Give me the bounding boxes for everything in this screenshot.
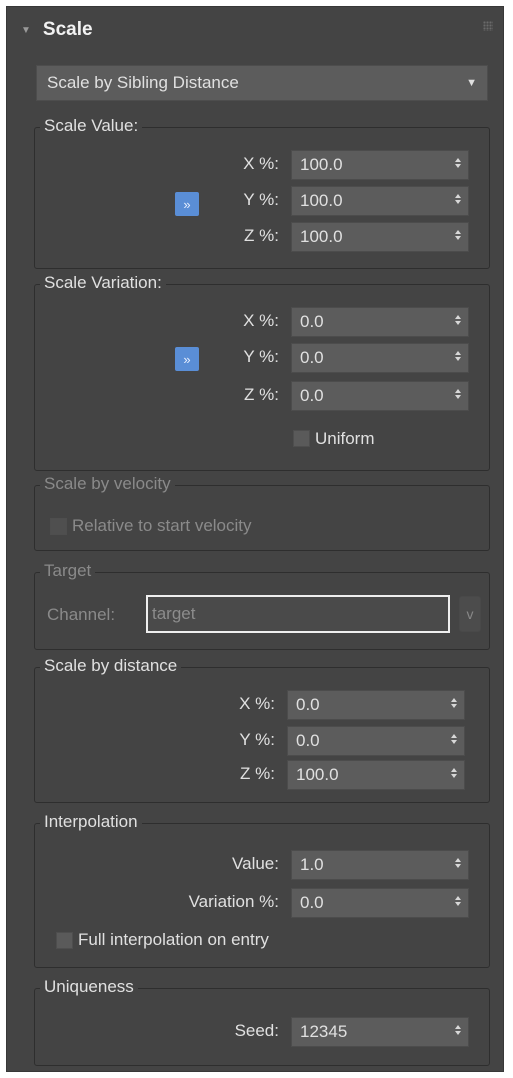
channel-label: Channel: <box>47 605 116 624</box>
uniqueness-group: Uniqueness Seed: 12345 <box>34 977 490 1066</box>
spinner-arrows-icon[interactable] <box>455 315 461 325</box>
scale-variation-x-label: X %: <box>243 311 279 330</box>
scale-variation-group: Scale Variation: X %: 0.0 » Y %: 0.0 Z %… <box>34 273 490 471</box>
scale-variation-x-spinner[interactable]: 0.0 <box>291 307 469 337</box>
scale-by-distance-x-label: X %: <box>239 694 275 713</box>
spinner-arrows-icon[interactable] <box>455 230 461 240</box>
relative-velocity-checkbox[interactable] <box>50 518 67 535</box>
scale-variation-z-label: Z %: <box>244 385 279 404</box>
seed-value: 12345 <box>300 1022 348 1041</box>
scale-by-distance-z-label: Z %: <box>240 764 275 783</box>
interpolation-variation-label: Variation %: <box>188 892 279 911</box>
spinner-arrows-icon[interactable] <box>455 351 461 361</box>
scale-rollout-panel: ▼ Scale Scale by Sibling Distance ▼ Scal… <box>6 6 504 1072</box>
interpolation-group: Interpolation Value: 1.0 Variation %: 0.… <box>34 812 490 968</box>
rollout-header[interactable]: ▼ Scale <box>21 19 93 41</box>
scale-value-y-label: Y %: <box>243 190 279 209</box>
interpolation-variation-spinner[interactable]: 0.0 <box>291 888 469 918</box>
scale-value-z-label: Z %: <box>244 226 279 245</box>
scale-by-distance-legend: Scale by distance <box>40 656 182 676</box>
scale-variation-y-label: Y %: <box>243 347 279 366</box>
interpolation-value-spinner[interactable]: 1.0 <box>291 850 469 880</box>
full-interpolation-checkbox[interactable] <box>56 932 73 949</box>
uniqueness-legend: Uniqueness <box>40 977 138 997</box>
scale-value-z-value: 100.0 <box>300 227 343 246</box>
rollout-title: Scale <box>42 19 93 40</box>
scale-by-velocity-legend: Scale by velocity <box>40 474 175 494</box>
scale-value-x-spinner[interactable]: 100.0 <box>291 150 469 180</box>
scale-value-x-label: X %: <box>243 154 279 173</box>
scale-by-distance-group: Scale by distance X %: 0.0 Y %: 0.0 Z %:… <box>34 656 490 803</box>
seed-spinner[interactable]: 12345 <box>291 1017 469 1047</box>
scale-mode-dropdown[interactable]: Scale by Sibling Distance ▼ <box>36 65 488 101</box>
scale-value-link-button[interactable]: » <box>175 192 199 216</box>
double-chevron-right-icon: » <box>183 196 191 212</box>
scale-mode-value: Scale by Sibling Distance <box>47 73 239 92</box>
scale-variation-y-spinner[interactable]: 0.0 <box>291 343 469 373</box>
scale-by-distance-y-spinner[interactable]: 0.0 <box>287 726 465 756</box>
spinner-arrows-icon[interactable] <box>455 194 461 204</box>
interpolation-value: 1.0 <box>300 855 324 874</box>
spinner-arrows-icon[interactable] <box>451 734 457 744</box>
scale-value-y-spinner[interactable]: 100.0 <box>291 186 469 216</box>
full-interpolation-label: Full interpolation on entry <box>78 930 269 949</box>
scale-variation-y-value: 0.0 <box>300 348 324 367</box>
scale-value-y-value: 100.0 <box>300 191 343 210</box>
dropdown-arrow-icon: ▼ <box>466 77 477 89</box>
spinner-arrows-icon[interactable] <box>455 896 461 906</box>
drag-grip-icon[interactable] <box>483 21 493 31</box>
scale-variation-x-value: 0.0 <box>300 312 324 331</box>
uniform-label: Uniform <box>315 429 375 448</box>
interpolation-value-label: Value: <box>232 854 279 873</box>
scale-by-distance-y-value: 0.0 <box>296 731 320 750</box>
spinner-arrows-icon[interactable] <box>455 1025 461 1035</box>
triangle-down-icon[interactable]: ▼ <box>21 25 31 36</box>
scale-by-distance-x-spinner[interactable]: 0.0 <box>287 690 465 720</box>
relative-velocity-label: Relative to start velocity <box>72 516 252 535</box>
interpolation-variation: 0.0 <box>300 893 324 912</box>
scale-variation-z-spinner[interactable]: 0.0 <box>291 381 469 411</box>
scale-value-legend: Scale Value: <box>40 116 143 136</box>
double-chevron-right-icon: » <box>183 351 191 367</box>
scale-by-velocity-group: Scale by velocity Relative to start velo… <box>34 474 490 551</box>
target-legend: Target <box>40 561 96 581</box>
spinner-arrows-icon[interactable] <box>455 158 461 168</box>
scale-value-group: Scale Value: X %: 100.0 » Y %: 100.0 Z %… <box>34 116 490 269</box>
channel-input[interactable]: target <box>146 595 450 633</box>
scale-by-distance-z-value: 100.0 <box>296 765 339 784</box>
scale-value-x-value: 100.0 <box>300 155 343 174</box>
channel-pick-button[interactable]: v <box>459 596 481 632</box>
scale-value-z-spinner[interactable]: 100.0 <box>291 222 469 252</box>
scale-by-distance-x-value: 0.0 <box>296 695 320 714</box>
seed-label: Seed: <box>234 1021 279 1040</box>
spinner-arrows-icon[interactable] <box>451 768 457 778</box>
scale-variation-link-button[interactable]: » <box>175 347 199 371</box>
spinner-arrows-icon[interactable] <box>455 858 461 868</box>
spinner-arrows-icon[interactable] <box>451 698 457 708</box>
uniform-checkbox[interactable] <box>293 430 310 447</box>
scale-by-distance-y-label: Y %: <box>239 730 275 749</box>
interpolation-legend: Interpolation <box>40 812 142 832</box>
target-group: Target Channel: target v <box>34 561 490 650</box>
scale-by-distance-z-spinner[interactable]: 100.0 <box>287 760 465 790</box>
scale-variation-z-value: 0.0 <box>300 386 324 405</box>
scale-variation-legend: Scale Variation: <box>40 273 166 293</box>
spinner-arrows-icon[interactable] <box>455 389 461 399</box>
